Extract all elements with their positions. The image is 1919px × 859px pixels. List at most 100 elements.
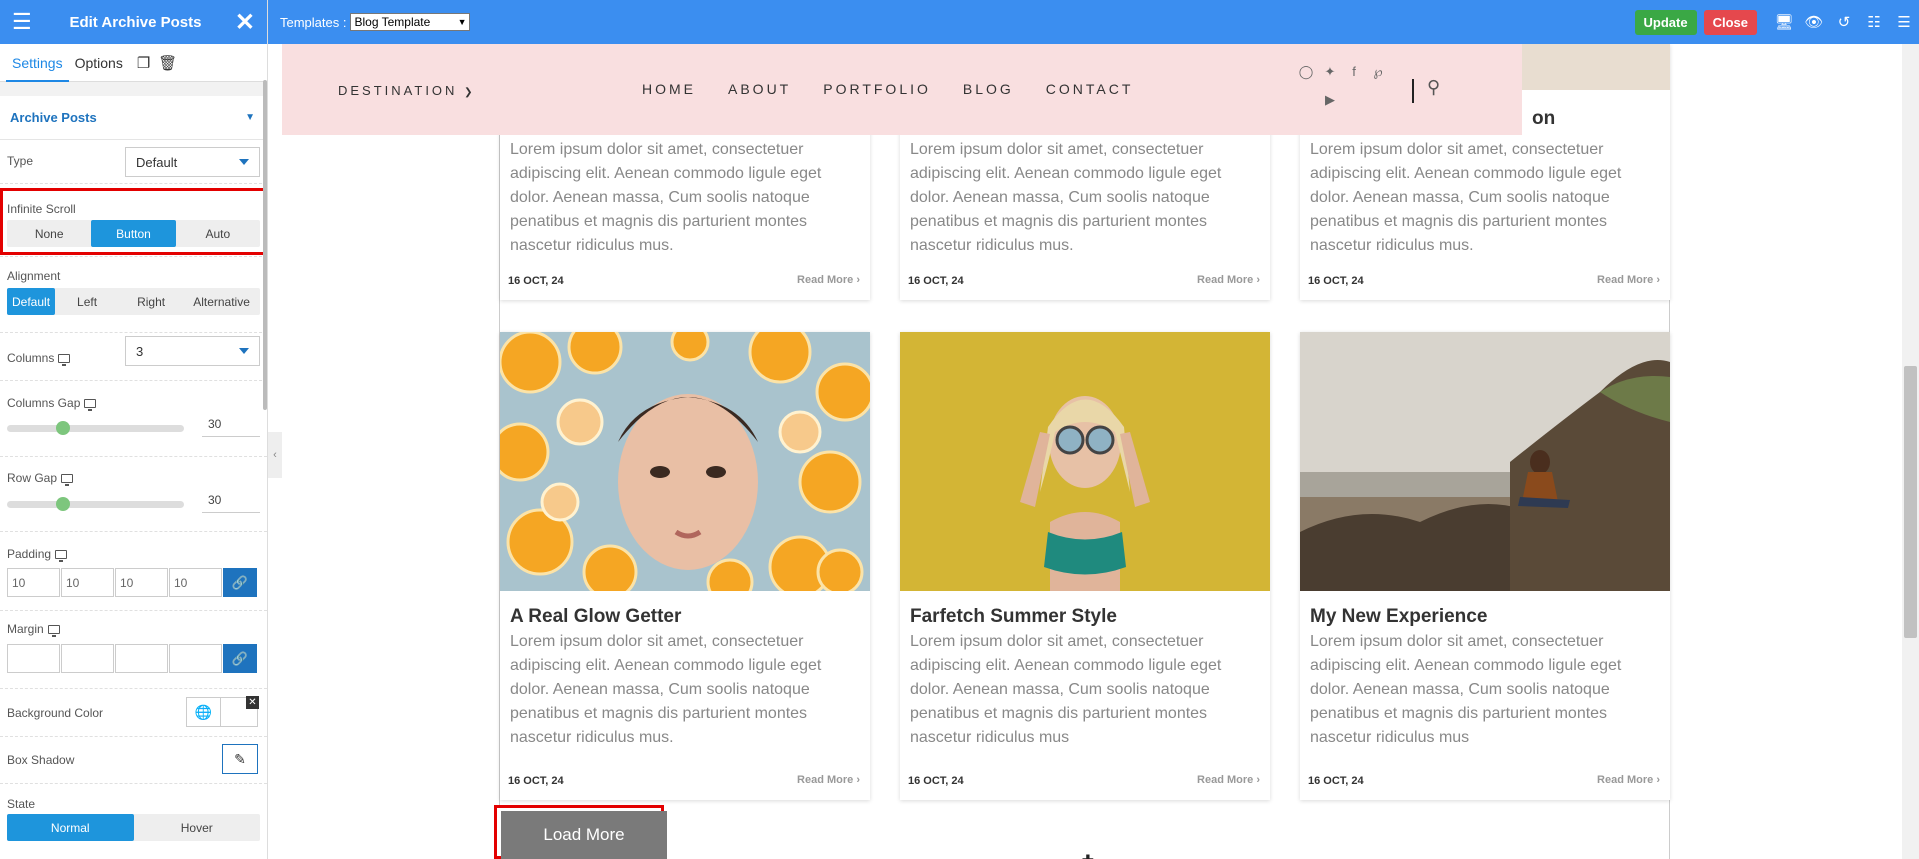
post-title[interactable]: A Real Glow Getter <box>510 606 681 628</box>
post-image[interactable] <box>1300 332 1670 591</box>
row-gap-slider[interactable] <box>7 497 184 511</box>
padding-left-input[interactable]: 10 <box>169 568 222 597</box>
edit-pencil-icon[interactable]: ✎ <box>222 744 258 774</box>
read-more-link[interactable]: Read More › <box>1197 774 1260 786</box>
scrollbar-thumb[interactable] <box>1904 366 1917 638</box>
menu-blog[interactable]: BLOG <box>963 81 1014 97</box>
link-values-icon[interactable]: 🔗 <box>223 644 257 673</box>
padding-top-input[interactable]: 10 <box>7 568 60 597</box>
duplicate-icon[interactable]: ❐ <box>137 54 150 72</box>
slider-handle[interactable] <box>56 497 70 511</box>
load-more-highlight: Load More <box>494 805 667 859</box>
align-alternative[interactable]: Alternative <box>183 288 260 315</box>
align-right[interactable]: Right <box>119 288 183 315</box>
menu-about[interactable]: ABOUT <box>728 81 791 97</box>
youtube-row: ▶ <box>1294 92 1394 108</box>
background-color-control: 🌐 ✕ <box>186 696 259 727</box>
columns-value: 3 <box>136 343 144 359</box>
columns-gap-slider[interactable] <box>7 421 184 435</box>
template-select[interactable]: Blog Template ▼ <box>350 13 471 31</box>
clear-color-icon[interactable]: ✕ <box>246 696 259 709</box>
box-shadow-row: Box Shadow ✎ <box>0 737 267 784</box>
menu-contact[interactable]: CONTACT <box>1046 81 1134 97</box>
tab-options[interactable]: Options <box>69 44 129 82</box>
dropdown-arrow-icon <box>239 348 249 354</box>
post-date: 16 OCT, 24 <box>508 275 564 287</box>
sidebar-scrollbar[interactable] <box>263 80 267 410</box>
instagram-icon[interactable]: ◯ <box>1294 64 1318 80</box>
columns-gap-label-text: Columns Gap <box>7 396 81 410</box>
read-more-link[interactable]: Read More › <box>1597 774 1660 786</box>
read-more-link[interactable]: Read More › <box>1597 274 1660 286</box>
sitemap-icon[interactable]: ☷ <box>1859 13 1889 31</box>
padding-right-input[interactable]: 10 <box>61 568 114 597</box>
post-title[interactable]: My New Experience <box>1310 606 1487 628</box>
globe-icon[interactable]: 🌐 <box>187 698 221 726</box>
margin-top-input[interactable] <box>7 644 60 673</box>
add-section-icon[interactable]: ✚ <box>1082 852 1094 859</box>
align-left[interactable]: Left <box>55 288 119 315</box>
menu-icon[interactable]: ☰ <box>1889 13 1919 31</box>
row-gap-input[interactable]: 30 <box>202 487 260 513</box>
page-scrollbar[interactable] <box>1902 44 1919 859</box>
padding-label-text: Padding <box>7 547 52 561</box>
panel-title: Edit Archive Posts <box>69 13 202 31</box>
settings-body: Archive Posts ▼ Type Default Infinite Sc… <box>0 96 267 844</box>
post-title[interactable]: Farfetch Summer Style <box>910 606 1117 628</box>
read-more-link[interactable]: Read More › <box>797 274 860 286</box>
padding-bottom-input[interactable]: 10 <box>115 568 168 597</box>
read-more-label: Read More <box>797 774 854 786</box>
tab-settings[interactable]: Settings <box>6 44 69 82</box>
row-gap-row: Row Gap 30 <box>0 457 267 532</box>
state-label: State <box>7 797 36 811</box>
margin-bottom-input[interactable] <box>115 644 168 673</box>
menu-home[interactable]: HOME <box>642 81 696 97</box>
twitter-icon[interactable]: ✦ <box>1318 64 1342 80</box>
load-more-button[interactable]: Load More <box>501 811 667 859</box>
hamburger-menu-icon[interactable]: ☰ <box>12 9 36 35</box>
post-excerpt: Lorem ipsum dolor sit amet, consectetuer… <box>510 141 822 254</box>
columns-label: Columns <box>7 351 71 367</box>
trash-icon[interactable]: 🗑 <box>158 54 177 72</box>
type-select[interactable]: Default <box>125 147 260 177</box>
post-image[interactable] <box>500 332 870 591</box>
eye-icon[interactable]: 👁 <box>1799 13 1829 31</box>
margin-right-input[interactable] <box>61 644 114 673</box>
youtube-icon[interactable]: ▶ <box>1318 92 1342 108</box>
pinterest-icon[interactable]: ℘ <box>1366 64 1390 80</box>
update-button[interactable]: Update <box>1634 9 1697 35</box>
align-default[interactable]: Default <box>7 288 56 315</box>
close-panel-icon[interactable]: ✕ <box>235 8 255 37</box>
box-shadow-label: Box Shadow <box>7 753 75 767</box>
read-more-link[interactable]: Read More › <box>797 774 860 786</box>
section-archive-posts[interactable]: Archive Posts ▼ <box>0 96 267 140</box>
columns-gap-input[interactable]: 30 <box>202 411 260 437</box>
highlight-box <box>0 188 266 255</box>
facebook-icon[interactable]: f <box>1342 64 1366 79</box>
history-icon[interactable]: ↺ <box>1829 13 1859 31</box>
social-icons: ◯ ✦ f ℘ ▶ <box>1294 64 1394 108</box>
post-card: My New Experience Lorem ipsum dolor sit … <box>1300 332 1670 800</box>
margin-left-input[interactable] <box>169 644 222 673</box>
monitor-icon[interactable]: 🖥 <box>1769 13 1799 31</box>
margin-row: Margin 🔗 <box>0 611 267 689</box>
search-icon[interactable]: ⚲ <box>1427 77 1440 98</box>
post-image[interactable] <box>900 332 1270 591</box>
slider-handle[interactable] <box>56 421 70 435</box>
monitor-icon <box>58 354 71 367</box>
monitor-icon <box>47 625 60 638</box>
citrus-face-image <box>500 332 870 591</box>
close-button[interactable]: Close <box>1703 9 1757 35</box>
caret-down-icon: ▼ <box>245 112 255 123</box>
columns-select[interactable]: 3 <box>125 336 260 366</box>
link-values-icon[interactable]: 🔗 <box>223 568 257 597</box>
menu-portfolio[interactable]: PORTFOLIO <box>823 81 931 97</box>
destination-dropdown[interactable]: DESTINATION ❯ <box>338 83 475 98</box>
read-more-label: Read More <box>1597 774 1654 786</box>
read-more-link[interactable]: Read More › <box>1197 274 1260 286</box>
state-hover[interactable]: Hover <box>134 814 261 841</box>
post-title[interactable]: on <box>1532 108 1555 130</box>
color-swatch[interactable]: ✕ <box>221 696 259 726</box>
state-normal[interactable]: Normal <box>7 814 134 841</box>
collapse-panel-icon[interactable]: ‹ <box>268 432 282 478</box>
